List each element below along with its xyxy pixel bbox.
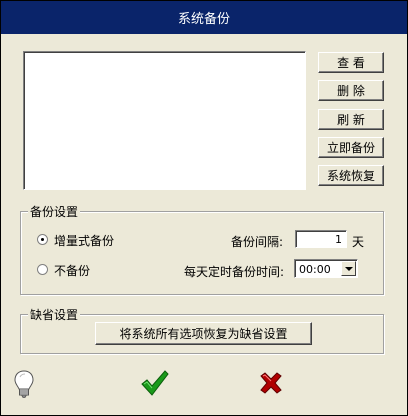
no-backup-label: 不备份 xyxy=(54,264,91,278)
lightbulb-icon[interactable] xyxy=(11,368,37,400)
backup-settings-title: 备份设置 xyxy=(28,203,81,220)
refresh-button[interactable]: 刷 新 xyxy=(318,109,384,130)
restore-defaults-button[interactable]: 将系统所有选项恢复为缺省设置 xyxy=(95,322,312,345)
view-button[interactable]: 查 看 xyxy=(318,52,384,73)
no-backup-radio[interactable] xyxy=(37,264,48,275)
daily-time-select[interactable]: 00:00 xyxy=(294,259,358,278)
radio-selected-dot xyxy=(41,238,44,241)
green-checkmark-icon[interactable] xyxy=(139,368,171,398)
title-bar: 系统备份 xyxy=(1,1,407,34)
backup-settings-group xyxy=(20,211,384,295)
daily-time-label: 每天定时备份时间: xyxy=(184,265,285,279)
backup-now-button[interactable]: 立即备份 xyxy=(318,137,384,158)
system-backup-dialog: 系统备份 查 看 删 除 刷 新 立即备份 系统恢复 备份设置 增量式备份 不备… xyxy=(0,0,408,416)
interval-unit: 天 xyxy=(352,235,365,249)
default-settings-title: 缺省设置 xyxy=(28,306,81,323)
interval-input[interactable]: 1 xyxy=(295,230,347,248)
red-x-icon[interactable] xyxy=(256,368,286,398)
window-title: 系统备份 xyxy=(177,12,230,27)
delete-button[interactable]: 删 除 xyxy=(318,80,384,101)
incremental-label: 增量式备份 xyxy=(54,234,115,248)
backup-list[interactable] xyxy=(23,51,306,190)
interval-label: 备份间隔: xyxy=(231,235,284,249)
chevron-down-icon[interactable] xyxy=(341,261,356,276)
incremental-radio[interactable] xyxy=(37,234,48,245)
system-restore-button[interactable]: 系统恢复 xyxy=(318,165,384,186)
daily-time-value: 00:00 xyxy=(299,263,331,276)
